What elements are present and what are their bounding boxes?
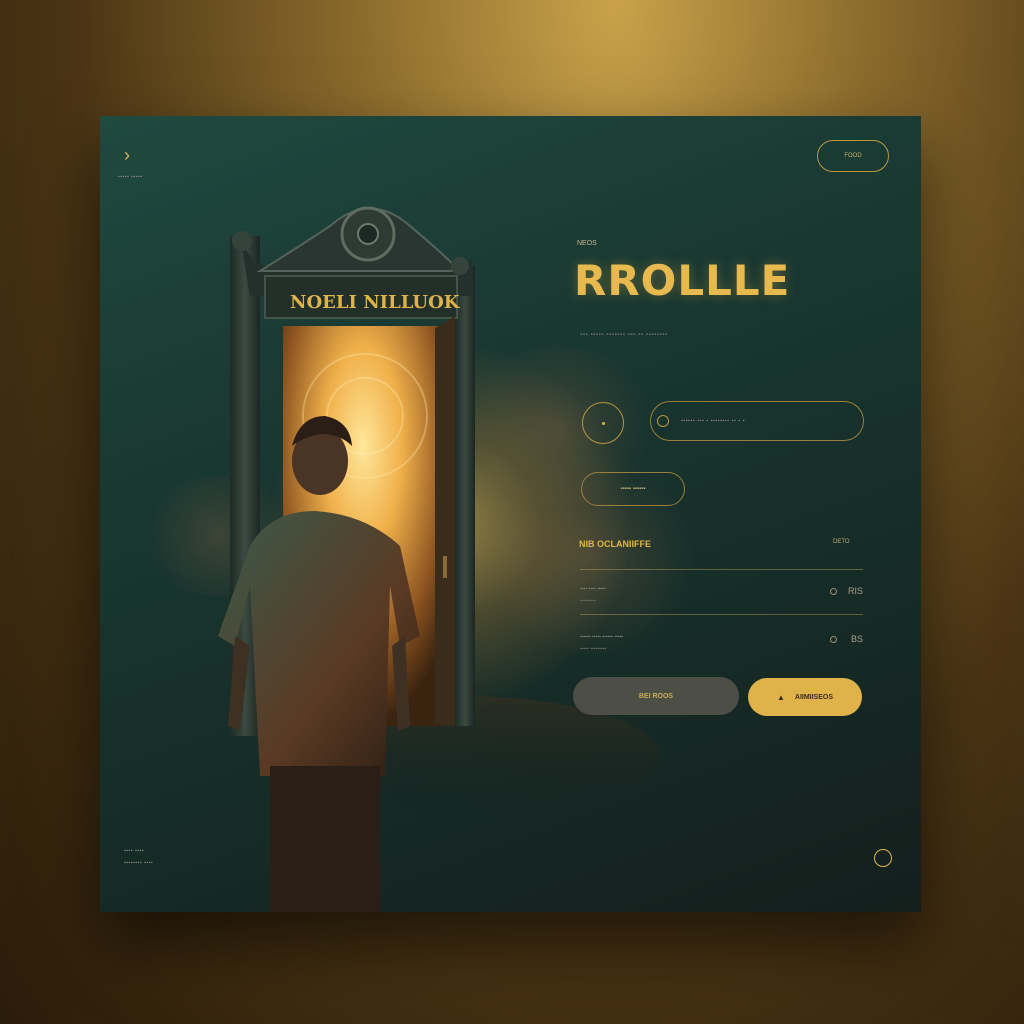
eyebrow-label: NEOS: [577, 240, 597, 247]
divider: [580, 614, 863, 615]
dot-icon: [601, 421, 605, 425]
list-item-line1: ▪▪▪▪ ▪▪▪▪ ▪▪▪▪▪: [580, 586, 606, 592]
frame-knob-right: [451, 257, 469, 275]
section-title: NIB OCLANIIFFE: [579, 539, 651, 549]
section-tag: DETO: [833, 539, 850, 545]
list-item-line2: ▪▪▪▪▪ ▪▪▪▪▪▪▪▪▪: [580, 646, 607, 652]
search-input[interactable]: ▪▪▪▪▪▪ ▪▪▪ ▪ ▪▪▪▪▪▪▪▪ ▪▪ ▪ ▪: [650, 401, 864, 441]
door-handle: [443, 556, 447, 578]
round-action-button[interactable]: [582, 402, 624, 444]
top-button[interactable]: FOOD: [817, 140, 889, 172]
footer-line1: ▪▪▪▪ ▪▪▪▪: [124, 848, 145, 854]
search-placeholder: ▪▪▪▪▪▪ ▪▪▪ ▪ ▪▪▪▪▪▪▪▪ ▪▪ ▪ ▪: [681, 418, 746, 424]
footer-line2: ▪▪▪▪▪▪▪▪ ▪▪▪▪: [124, 860, 154, 866]
nav-arrow-icon[interactable]: ›: [124, 146, 142, 164]
pill-button[interactable]: ▪▪▪▪▪ ▪▪▪▪▪▪: [581, 472, 685, 506]
list-item-line2: ▪▪▪▪▪▪▪▪▪: [580, 598, 596, 604]
list-item-line1: ▪▪▪▪▪▪ ▪▪▪▪▪ ▪▪▪▪▪▪ ▪▪▪▪▪: [580, 634, 624, 640]
list-item[interactable]: ▪▪▪▪ ▪▪▪▪ ▪▪▪▪▪ ▪▪▪▪▪▪▪▪▪ RIS: [580, 586, 863, 604]
info-icon: [830, 588, 837, 595]
page-subtitle: ▪▪▪ ▪▪▪▪▪ ▪▪▪▪▪▪▪ ▪▪▪ ▪▪ ▪▪▪▪▪▪▪▪: [580, 332, 668, 338]
door-sign: NOELI NILLUOK: [290, 292, 461, 313]
secondary-button[interactable]: BEI ROOS: [573, 677, 739, 715]
list-item-value: BS: [850, 634, 863, 644]
list-item-value: RIS: [847, 586, 863, 596]
frame-knob-left: [232, 231, 252, 251]
corner-caption: ▪▪▪▪▪ ▪▪▪▪▪: [118, 174, 143, 180]
landing-card: NOELI NILLUOK › ▪▪▪▪▪ ▪▪▪▪▪ FOOD NEOS RR…: [100, 116, 921, 912]
divider: [580, 569, 863, 570]
search-icon: [657, 415, 669, 427]
footer-caption: ▪▪▪▪ ▪▪▪▪ ▪▪▪▪▪▪▪▪ ▪▪▪▪: [124, 848, 153, 866]
info-icon: [830, 636, 837, 643]
primary-button-label: AIIMIISEOS: [794, 693, 834, 701]
primary-button[interactable]: ▲ AIIMIISEOS: [748, 678, 862, 716]
door-leaf: [435, 316, 455, 726]
door-frame-right: [455, 266, 475, 726]
circle-icon-button[interactable]: [874, 849, 892, 867]
crest-center: [357, 223, 379, 245]
arrow-up-icon: ▲: [776, 692, 785, 702]
door-illustration: NOELI NILLUOK: [218, 206, 660, 912]
list-item[interactable]: ▪▪▪▪▪▪ ▪▪▪▪▪ ▪▪▪▪▪▪ ▪▪▪▪▪ ▪▪▪▪▪ ▪▪▪▪▪▪▪▪…: [580, 634, 863, 652]
page-title: RROLLLE: [574, 256, 791, 305]
